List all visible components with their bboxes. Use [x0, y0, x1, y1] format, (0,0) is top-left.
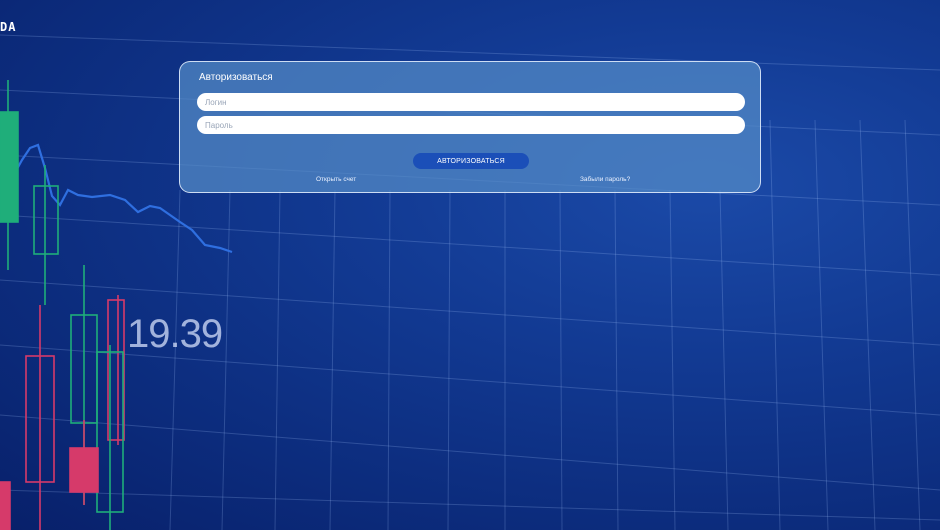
login-input[interactable] — [197, 93, 745, 111]
price-value: 19.39 — [127, 312, 223, 356]
password-input[interactable] — [197, 116, 745, 134]
login-form: Авторизоваться АВТОРИЗОВАТЬСЯ Открыть сч… — [179, 61, 761, 193]
login-form-title: Авторизоваться — [199, 72, 273, 83]
open-account-link[interactable]: Открыть счет — [316, 176, 356, 183]
forgot-password-link[interactable]: Забыли пароль? — [580, 176, 630, 183]
logo: DA — [0, 20, 17, 34]
login-submit-button[interactable]: АВТОРИЗОВАТЬСЯ — [413, 153, 529, 169]
